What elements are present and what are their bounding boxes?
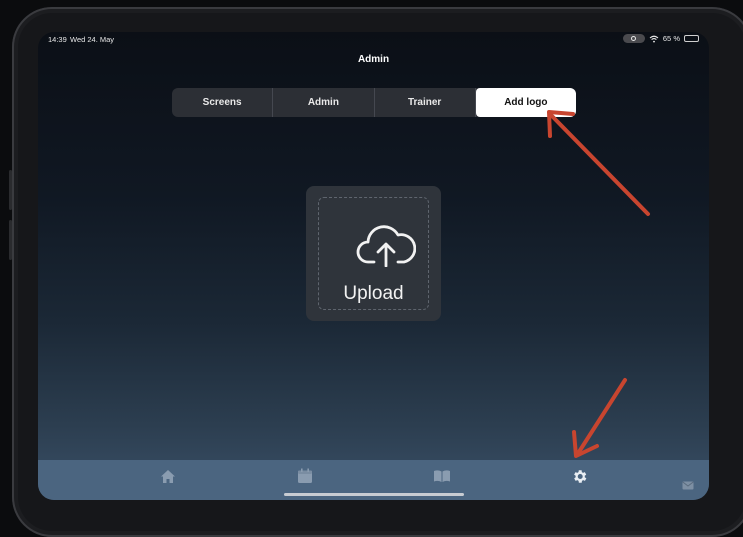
book-icon: [434, 470, 450, 482]
tab-book[interactable]: [433, 467, 451, 485]
status-bar: 14:39 Wed 24. May 65 %: [38, 32, 709, 48]
tab-settings[interactable]: [570, 467, 588, 485]
side-button: [9, 170, 12, 210]
tab-screens[interactable]: Screens: [172, 88, 274, 117]
tab-admin[interactable]: Admin: [273, 88, 375, 117]
app-screen: 14:39 Wed 24. May 65 % Admin Screens Adm…: [38, 32, 709, 500]
tab-home[interactable]: [159, 467, 177, 485]
segmented-control: Screens Admin Trainer Add logo: [172, 88, 576, 117]
mail-icon: [682, 481, 694, 490]
battery-percent: 65 %: [662, 34, 680, 43]
gear-icon: [573, 469, 586, 483]
focus-icon: [622, 34, 645, 43]
calendar-icon: [298, 468, 312, 483]
tab-add-logo[interactable]: Add logo: [475, 88, 576, 117]
side-button: [9, 220, 12, 260]
tab-calendar[interactable]: [296, 467, 314, 485]
tab-trainer[interactable]: Trainer: [375, 88, 476, 117]
upload-label: Upload: [343, 283, 404, 304]
upload-button[interactable]: Upload: [306, 186, 441, 321]
battery-icon: [684, 35, 699, 42]
home-icon: [161, 469, 175, 483]
upload-dropzone: Upload: [318, 197, 429, 310]
status-date: Wed 24. May: [70, 35, 115, 44]
wifi-icon: [649, 35, 659, 42]
cloud-upload-icon: [356, 225, 416, 267]
status-time: 14:39: [48, 35, 67, 44]
page-title: Admin: [357, 54, 390, 65]
home-indicator[interactable]: [284, 493, 464, 496]
status-indicators: 65 %: [622, 34, 699, 43]
